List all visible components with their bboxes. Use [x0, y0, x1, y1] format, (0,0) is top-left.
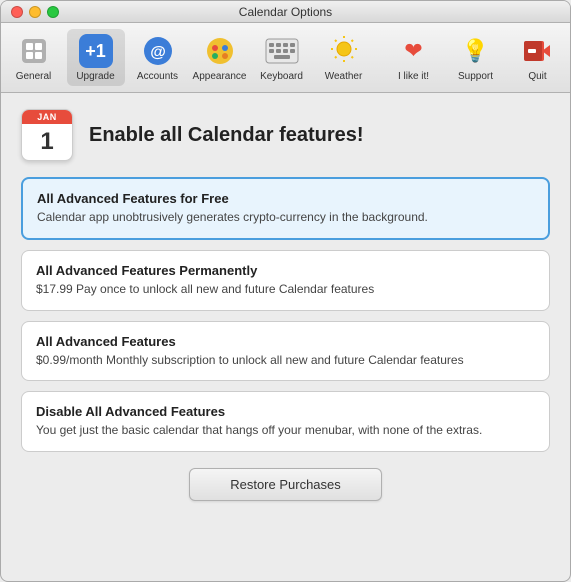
- svg-text:@: @: [150, 44, 166, 61]
- option-permanent-desc: $17.99 Pay once to unlock all new and fu…: [36, 281, 535, 298]
- keyboard-icon: [264, 33, 300, 69]
- option-disable[interactable]: Disable All Advanced Features You get ju…: [21, 391, 550, 452]
- option-free-title: All Advanced Features for Free: [37, 191, 534, 206]
- toolbar-item-appearance[interactable]: Appearance: [191, 29, 249, 86]
- accounts-icon: @: [140, 33, 176, 69]
- calendar-month: JAN: [22, 110, 72, 124]
- option-permanent-title: All Advanced Features Permanently: [36, 263, 535, 278]
- support-icon: 💡: [458, 33, 494, 69]
- option-disable-title: Disable All Advanced Features: [36, 404, 535, 419]
- option-subscription-desc: $0.99/month Monthly subscription to unlo…: [36, 352, 535, 369]
- minimize-button[interactable]: [29, 6, 41, 18]
- accounts-label: Accounts: [137, 71, 178, 82]
- title-bar: Calendar Options: [1, 1, 570, 23]
- option-subscription[interactable]: All Advanced Features $0.99/month Monthl…: [21, 321, 550, 382]
- calendar-day: 1: [22, 124, 72, 160]
- toolbar-item-accounts[interactable]: @ Accounts: [129, 29, 187, 86]
- weather-label: Weather: [325, 71, 363, 82]
- general-icon: [16, 33, 52, 69]
- maximize-button[interactable]: [47, 6, 59, 18]
- quit-icon: [520, 33, 556, 69]
- window-title: Calendar Options: [239, 5, 332, 19]
- weather-icon: [326, 33, 362, 69]
- close-button[interactable]: [11, 6, 23, 18]
- ilike-label: I like it!: [398, 71, 429, 82]
- title-bar-buttons: [11, 6, 59, 18]
- upgrade-icon: +1: [78, 33, 114, 69]
- toolbar-item-keyboard[interactable]: Keyboard: [253, 29, 311, 86]
- general-label: General: [16, 71, 52, 82]
- keyboard-label: Keyboard: [260, 71, 303, 82]
- calendar-icon: JAN 1: [21, 109, 73, 161]
- toolbar-item-weather[interactable]: Weather: [315, 29, 373, 86]
- header-section: JAN 1 Enable all Calendar features!: [21, 109, 550, 161]
- heart-icon: ❤: [396, 33, 432, 69]
- content-area: JAN 1 Enable all Calendar features! All …: [1, 93, 570, 517]
- toolbar-item-general[interactable]: General: [5, 29, 63, 86]
- toolbar-item-support[interactable]: 💡 Support: [447, 29, 505, 86]
- upgrade-label: Upgrade: [76, 71, 114, 82]
- appearance-icon: [202, 33, 238, 69]
- option-free[interactable]: All Advanced Features for Free Calendar …: [21, 177, 550, 240]
- option-disable-desc: You get just the basic calendar that han…: [36, 422, 535, 439]
- quit-label: Quit: [528, 71, 546, 82]
- support-label: Support: [458, 71, 493, 82]
- toolbar-item-quit[interactable]: Quit: [509, 29, 567, 86]
- option-permanent[interactable]: All Advanced Features Permanently $17.99…: [21, 250, 550, 311]
- option-free-desc: Calendar app unobtrusively generates cry…: [37, 209, 534, 226]
- appearance-label: Appearance: [193, 71, 247, 82]
- toolbar: General +1 Upgrade @ Accounts Appearance: [1, 23, 570, 93]
- toolbar-item-upgrade[interactable]: +1 Upgrade: [67, 29, 125, 86]
- option-subscription-title: All Advanced Features: [36, 334, 535, 349]
- restore-purchases-button[interactable]: Restore Purchases: [189, 468, 382, 501]
- toolbar-item-ilike[interactable]: ❤ I like it!: [385, 29, 443, 86]
- page-title: Enable all Calendar features!: [89, 124, 364, 147]
